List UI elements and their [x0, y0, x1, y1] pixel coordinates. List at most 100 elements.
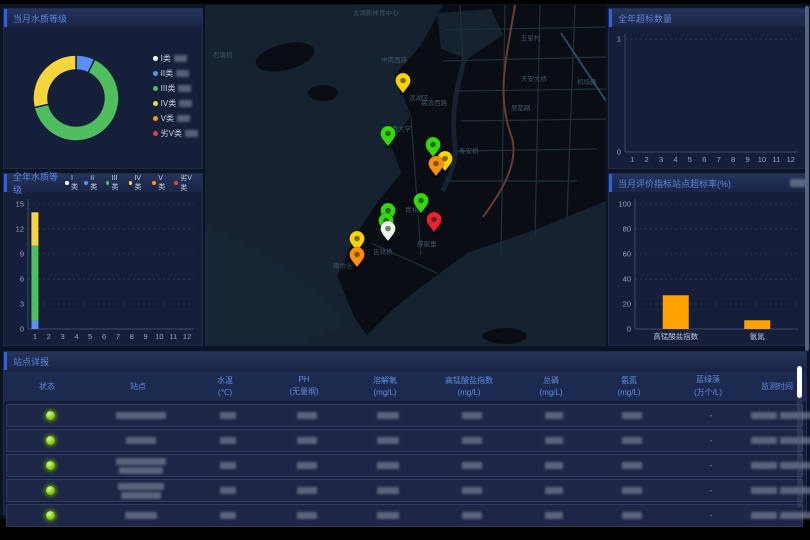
- svg-text:3: 3: [20, 300, 24, 309]
- algae-value: -: [710, 511, 713, 520]
- column-unit: (万个/L): [668, 387, 748, 398]
- map-canvas[interactable]: 石塘桥太湖新体育中心中南西路滨湖区五星村天安大桥机场路高浪西路江南大学吴都路寿安…: [205, 5, 606, 346]
- legend-item-II类[interactable]: II类: [153, 66, 198, 81]
- redacted-value: [125, 512, 157, 519]
- redacted-corner-label[interactable]: [790, 179, 806, 187]
- table-header: 状态站点水温(℃)PH(无量纲)溶解氧(mg/L)高锰酸盐指数(mg/L)总磷(…: [4, 371, 806, 401]
- value-cell: [347, 487, 429, 494]
- table-row[interactable]: -: [6, 429, 803, 452]
- redacted-value: [622, 437, 642, 444]
- redacted-value: [751, 412, 777, 419]
- legend-label: III类: [111, 175, 123, 192]
- status-dot-green: [46, 486, 55, 495]
- table-body: -----: [4, 401, 806, 527]
- legend-dot: [153, 56, 158, 61]
- redacted-value: [220, 412, 236, 419]
- legend-item-II类[interactable]: II类: [84, 175, 100, 192]
- svg-text:11: 11: [772, 155, 780, 164]
- value-cell: [515, 512, 593, 519]
- column-label: 高锰酸盐指数: [426, 375, 512, 386]
- bar-segment-II类[interactable]: [31, 321, 38, 329]
- redacted-value: [462, 462, 482, 469]
- map-label: 机场路: [577, 77, 597, 86]
- column-unit: (℃): [186, 388, 264, 397]
- column-unit: (mg/L): [426, 388, 512, 397]
- legend-item-劣V类[interactable]: 劣V类: [174, 173, 198, 193]
- column-label: PH: [264, 375, 344, 384]
- svg-text:8: 8: [731, 155, 735, 164]
- map-label: 中南西路: [381, 55, 408, 64]
- redacted-value: [116, 458, 166, 465]
- svg-text:60: 60: [623, 250, 631, 259]
- map-label: 吉祥桥: [373, 247, 393, 256]
- panel-station-report-header: 站点详报: [4, 352, 806, 370]
- legend-label: IV类: [134, 175, 147, 192]
- table-row[interactable]: -: [6, 404, 803, 427]
- table-scrollbar-thumb[interactable]: [797, 366, 802, 398]
- redacted-legend-value: [177, 115, 190, 122]
- legend-dot: [65, 181, 69, 185]
- map[interactable]: 石塘桥太湖新体育中心中南西路滨湖区五星村天安大桥机场路高浪西路江南大学吴都路寿安…: [205, 5, 606, 346]
- redacted-legend-value: [174, 55, 187, 62]
- legend-label: II类: [161, 68, 173, 79]
- column-header-溶解氧: 溶解氧(mg/L): [344, 371, 426, 401]
- donut-slice-IV类[interactable]: [33, 55, 76, 108]
- panel-year-quality-header: 全年水质等级 I类II类III类IV类V类劣V类: [4, 174, 202, 192]
- redacted-value: [377, 412, 399, 419]
- legend-item-V类[interactable]: V类: [153, 111, 198, 126]
- svg-text:10: 10: [758, 155, 766, 164]
- value-cell: [515, 437, 593, 444]
- table-row[interactable]: -: [6, 479, 803, 502]
- bar-氨氮[interactable]: [744, 320, 770, 329]
- svg-text:3: 3: [659, 155, 663, 164]
- svg-text:9: 9: [143, 332, 147, 341]
- value-cell: [593, 412, 671, 419]
- bar-segment-III类[interactable]: [31, 246, 38, 321]
- legend-item-I类[interactable]: I类: [65, 175, 79, 192]
- legend-item-V类[interactable]: V类: [152, 175, 169, 192]
- svg-text:1: 1: [33, 332, 37, 341]
- redacted-value: [297, 437, 317, 444]
- month-rate-bar-chart: 020406080100高锰酸盐指数氨氮: [609, 192, 806, 345]
- redacted-value: [377, 462, 399, 469]
- legend-label: I类: [161, 53, 171, 64]
- svg-text:4: 4: [74, 332, 78, 341]
- year-quality-legend: I类 II类 III类 IV类 V类劣V类: [65, 173, 198, 193]
- svg-text:0: 0: [617, 148, 621, 157]
- redacted-legend-value: [185, 130, 198, 137]
- redacted-value: [751, 487, 777, 494]
- status-dot-green: [46, 436, 55, 445]
- table-row[interactable]: -: [6, 454, 803, 477]
- status-cell: [7, 461, 93, 470]
- map-island: [483, 328, 527, 344]
- status-dot-green: [46, 461, 55, 470]
- table-row[interactable]: -: [6, 504, 803, 527]
- legend-item-I类[interactable]: I类: [153, 51, 198, 66]
- column-header-站点: 站点: [90, 371, 186, 401]
- value-cell: [189, 462, 267, 469]
- svg-text:15: 15: [16, 200, 24, 209]
- donut-legend: I类 II类 III类IV类V类劣V类: [153, 51, 198, 141]
- legend-item-IV类[interactable]: IV类: [153, 96, 198, 111]
- value-cell: [429, 412, 515, 419]
- legend-item-IV类[interactable]: IV类: [129, 175, 148, 192]
- svg-text:高锰酸盐指数: 高锰酸盐指数: [653, 331, 698, 341]
- panel-month-quality: 当月水质等级 I类II类III类IV类V类劣V类: [3, 8, 203, 169]
- legend-item-III类[interactable]: III类: [153, 81, 198, 96]
- table-scrollbar[interactable]: [797, 366, 802, 508]
- column-unit: (mg/L): [590, 388, 668, 397]
- column-header-水温: 水温(℃): [186, 371, 264, 401]
- bar-高锰酸盐指数[interactable]: [663, 295, 689, 329]
- redacted-value: [545, 512, 563, 519]
- redacted-value: [119, 467, 163, 474]
- page-scrollbar[interactable]: [805, 6, 809, 351]
- redacted-value: [545, 487, 563, 494]
- legend-item-劣V类[interactable]: 劣V类: [153, 126, 198, 141]
- map-label: 太湖新体育中心: [353, 8, 399, 17]
- legend-item-III类[interactable]: III类: [106, 175, 124, 192]
- redacted-value: [545, 462, 563, 469]
- panel-month-rate-header: 当月评价指标站点超标率(%): [609, 174, 806, 192]
- svg-text:40: 40: [623, 275, 631, 284]
- bar-segment-IV类[interactable]: [31, 212, 38, 245]
- legend-dot: [106, 181, 110, 185]
